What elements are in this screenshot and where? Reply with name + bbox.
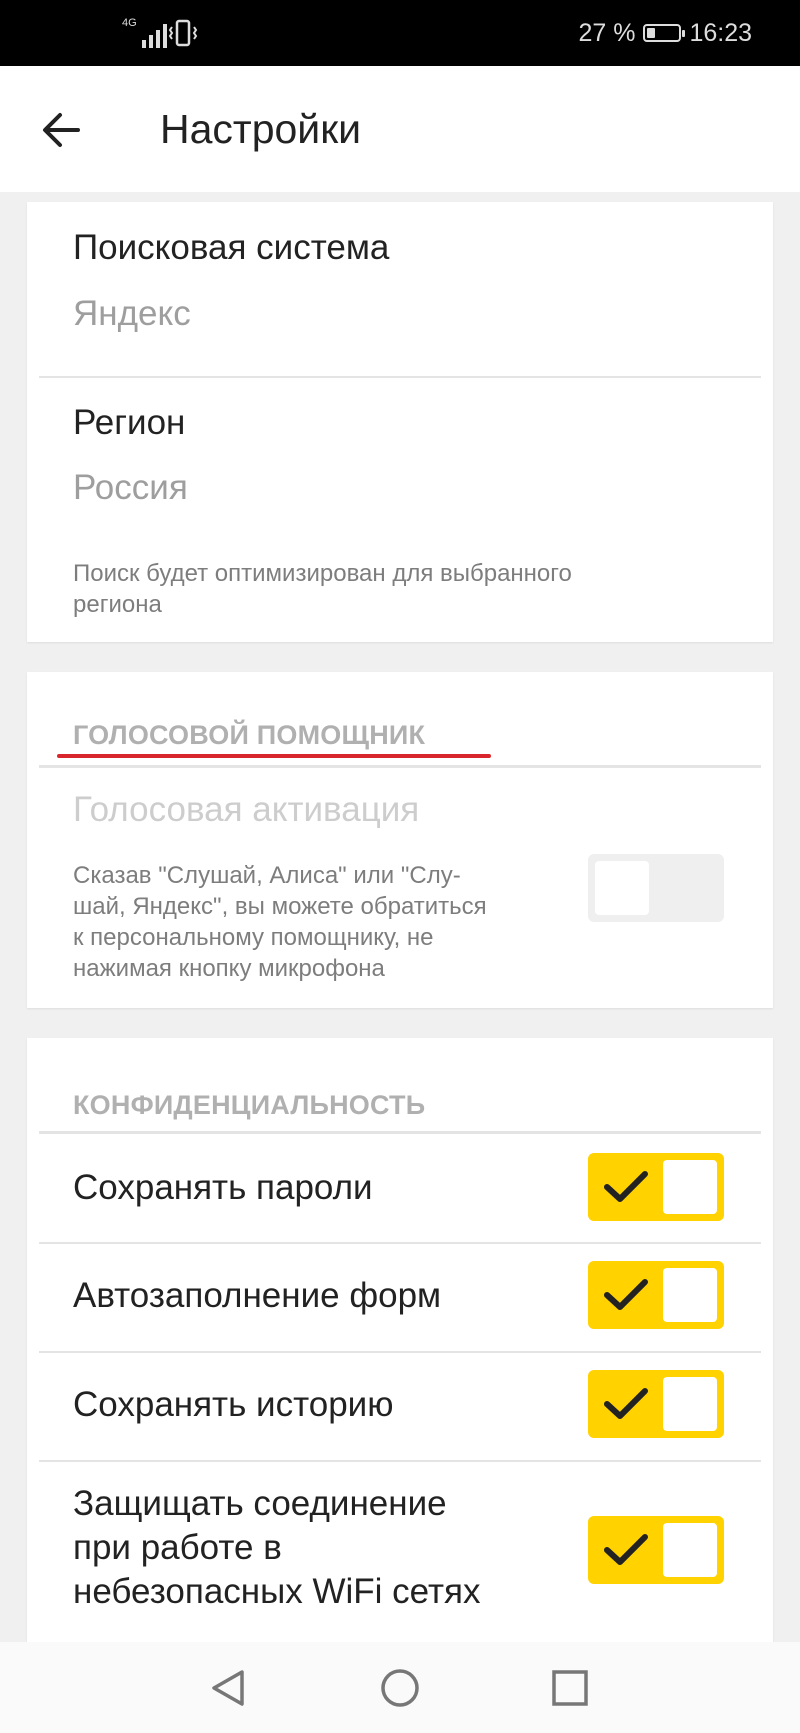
signal-indicator: 4G xyxy=(120,18,167,48)
voice-assistant-card: ГОЛОСОВОЙ ПОМОЩНИК Голосовая активация С… xyxy=(27,672,773,1008)
search-engine-value: Яндекс xyxy=(73,294,191,333)
checkmark-icon xyxy=(604,1534,648,1565)
toggle-knob xyxy=(663,1377,717,1431)
toggle-knob xyxy=(663,1268,717,1322)
region-value: Россия xyxy=(73,468,188,507)
save-history-toggle[interactable] xyxy=(588,1370,724,1438)
triangle-back-icon[interactable] xyxy=(206,1666,250,1710)
voice-hint-line: нажимая кнопку микрофона xyxy=(73,955,385,982)
search-settings-card: Поисковая система Яндекс Регион Россия П… xyxy=(27,202,773,642)
save-passwords-setting[interactable]: Сохранять пароли xyxy=(27,1134,773,1242)
toggle-knob xyxy=(663,1523,717,1577)
protect-wifi-label: Защищать соединение при работе в небезоп… xyxy=(73,1482,480,1614)
toggle-knob xyxy=(595,861,649,915)
autofill-forms-label: Автозаполнение форм xyxy=(73,1276,442,1315)
checkmark-icon xyxy=(604,1279,648,1310)
battery-percent: 27 % xyxy=(578,18,636,47)
autofill-forms-toggle[interactable] xyxy=(588,1261,724,1329)
system-nav-bar xyxy=(0,1642,800,1733)
protect-wifi-toggle[interactable] xyxy=(588,1516,724,1584)
network-type: 4G xyxy=(122,17,137,29)
voice-activation-setting: Голосовая активация Сказав "Слушай, Алис… xyxy=(27,768,773,1008)
save-passwords-label: Сохранять пароли xyxy=(73,1168,373,1207)
clock: 16:23 xyxy=(689,18,752,47)
checkmark-icon xyxy=(604,1388,648,1419)
save-history-setting[interactable]: Сохранять историю xyxy=(27,1353,773,1461)
protect-wifi-label-line: небезопасных WiFi сетях xyxy=(73,1572,481,1611)
back-arrow-icon[interactable] xyxy=(34,102,90,158)
checkmark-icon xyxy=(604,1171,648,1202)
protect-wifi-label-line: при работе в xyxy=(73,1528,282,1567)
circle-home-icon[interactable] xyxy=(378,1666,422,1710)
voice-hint-line: к персональному помощнику, не xyxy=(73,924,434,951)
voice-activation-toggle[interactable] xyxy=(588,854,724,922)
region-hint-line: региона xyxy=(73,591,162,618)
privacy-card: КОНФИДЕНЦИАЛЬНОСТЬ Сохранять пароли Авто… xyxy=(27,1038,773,1642)
region-hint-line: Поиск будет оптимизирован для выбранного xyxy=(73,560,572,587)
voice-hint-line: шай, Яндекс", вы можете обратиться xyxy=(73,893,487,920)
save-history-label: Сохранять историю xyxy=(73,1385,394,1424)
status-right: 27 % 16:23 xyxy=(578,16,752,50)
protect-wifi-label-line: Защищать соединение xyxy=(73,1484,447,1523)
toggle-knob xyxy=(663,1160,717,1214)
app-bar: Настройки xyxy=(0,66,800,192)
save-passwords-toggle[interactable] xyxy=(588,1153,724,1221)
search-engine-title: Поисковая система xyxy=(73,228,390,267)
voice-activation-hint: Сказав "Слушай, Алиса" или "Слу- шай, Ян… xyxy=(73,860,487,984)
voice-hint-line: Сказав "Слушай, Алиса" или "Слу- xyxy=(73,862,461,889)
signal-bars-icon xyxy=(142,22,167,48)
autofill-forms-setting[interactable]: Автозаполнение форм xyxy=(27,1244,773,1352)
region-title: Регион xyxy=(73,403,186,442)
section-title-privacy: КОНФИДЕНЦИАЛЬНОСТЬ xyxy=(73,1090,426,1120)
region-hint: Поиск будет оптимизирован для выбранного… xyxy=(73,558,572,620)
protect-wifi-setting[interactable]: Защищать соединение при работе в небезоп… xyxy=(27,1462,773,1642)
voice-activation-title: Голосовая активация xyxy=(73,790,420,829)
vibrate-icon xyxy=(168,19,198,47)
page-title: Настройки xyxy=(160,106,362,152)
region-setting[interactable]: Регион Россия Поиск будет оптимизирован … xyxy=(27,378,773,642)
annotation-underline xyxy=(57,754,491,758)
square-recents-icon[interactable] xyxy=(548,1666,592,1710)
status-bar: 4G 27 % 16:23 xyxy=(0,0,800,66)
search-engine-setting[interactable]: Поисковая система Яндекс xyxy=(27,202,773,377)
section-title-voice: ГОЛОСОВОЙ ПОМОЩНИК xyxy=(73,720,426,750)
battery-icon xyxy=(643,24,686,42)
